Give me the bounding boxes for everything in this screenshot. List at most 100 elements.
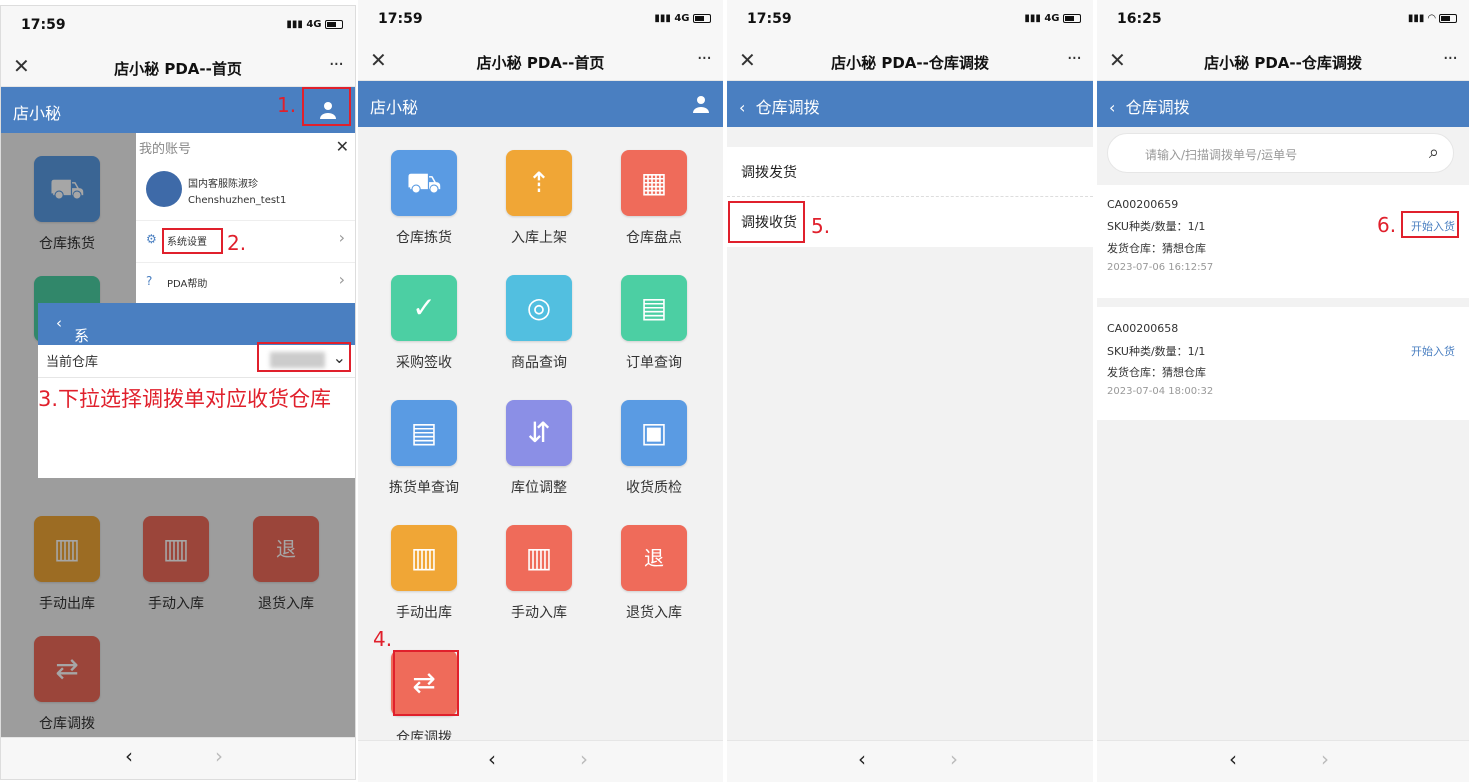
menu-item-pda-help[interactable]: ? PDA帮助 › xyxy=(136,262,355,300)
phone-screen-3: 17:59 ▮▮▮ 4G ✕ 店小秘 PDA--仓库调拨 ··· ‹ 仓库调拨 … xyxy=(727,0,1093,782)
gear-icon: ⚙ xyxy=(146,232,157,246)
annotation-5: 5. xyxy=(811,214,831,238)
tile-return-in[interactable]: 退退货入库 xyxy=(599,525,709,622)
return-icon: 退 xyxy=(621,525,687,591)
current-warehouse-label: 当前仓库 xyxy=(46,355,99,370)
scanner-out-icon: ▥ xyxy=(391,525,457,591)
app-header: 店小秘 xyxy=(358,81,723,127)
signal-indicator: ▮▮▮ 4G xyxy=(654,13,711,24)
transfer-card: CA00200658 SKU种类/数量：1/1 发货仓库：猜想仓库 2023-0… xyxy=(1097,307,1469,420)
bottom-nav: ‹ › xyxy=(1097,740,1469,782)
tile-product-query[interactable]: ◎ 商品查询 xyxy=(484,275,594,372)
chevron-right-icon: › xyxy=(338,228,345,247)
search-icon[interactable]: ⌕ xyxy=(1429,142,1439,163)
tile-order-query[interactable]: ▤ 订单查询 xyxy=(599,275,709,372)
account-menu: 我的账号 ✕ 国内客服陈淑珍 Chenshuzhen_test1 ⚙ 系统设置 … xyxy=(136,133,355,303)
status-time: 17:59 xyxy=(747,11,792,27)
annotation-4: 4. xyxy=(373,627,393,651)
help-icon: ? xyxy=(146,274,153,288)
tile-manual-in[interactable]: ▥ 手动入库 xyxy=(484,525,594,622)
app-name: 店小秘 xyxy=(370,98,419,117)
back-icon[interactable]: ‹ xyxy=(125,744,133,768)
tile-pick-list-query[interactable]: ▤ 拣货单查询 xyxy=(369,400,479,497)
app-name: 店小秘 xyxy=(13,104,62,123)
phone-screen-2: 17:59 ▮▮▮ 4G ✕ 店小秘 PDA--首页 ··· 店小秘 ⛟ 仓库拣货… xyxy=(358,0,723,782)
forward-icon[interactable]: › xyxy=(580,747,588,771)
title-bar: ✕ 店小秘 PDA--首页 ··· xyxy=(1,46,355,87)
start-receiving-button[interactable]: 开始入货 xyxy=(1411,343,1455,359)
inspection-icon: ▣ xyxy=(621,400,687,466)
user-icon[interactable] xyxy=(693,95,709,113)
forward-icon[interactable]: › xyxy=(1321,747,1329,771)
forward-icon[interactable]: › xyxy=(950,747,958,771)
search-input[interactable]: 请输入/扫描调拨单号/运单号 ⌕ xyxy=(1107,133,1454,173)
status-bar: 17:59 ▮▮▮ 4G xyxy=(358,0,723,40)
order-date: 2023-07-06 16:12:57 xyxy=(1107,262,1214,273)
avatar xyxy=(146,171,182,207)
list-item-transfer-ship[interactable]: 调拨发货 › xyxy=(727,147,1093,197)
user-id: Chenshuzhen_test1 xyxy=(188,195,287,206)
back-icon[interactable]: ‹ xyxy=(1229,747,1237,771)
forward-icon[interactable]: › xyxy=(215,744,223,768)
location-adjust-icon: ⇵ xyxy=(506,400,572,466)
status-bar: 16:25 ▮▮▮ ◠ xyxy=(1097,0,1469,40)
annotation-box-2 xyxy=(162,228,223,254)
sign-box-icon: ✓ xyxy=(391,275,457,341)
more-icon[interactable]: ··· xyxy=(1067,48,1082,69)
battery-icon xyxy=(1439,13,1457,23)
battery-icon xyxy=(1063,13,1081,23)
tile-stock-count[interactable]: ▦ 仓库盘点 xyxy=(599,150,709,247)
more-icon[interactable]: ··· xyxy=(697,48,712,69)
annotation-box-3 xyxy=(257,342,351,372)
bottom-nav: ‹ › xyxy=(1,737,355,779)
tile-inbound-shelf[interactable]: ⇡ 入库上架 xyxy=(484,150,594,247)
order-number: CA00200659 xyxy=(1107,198,1179,211)
annotation-box-5 xyxy=(728,201,805,243)
tile-receiving-inspection[interactable]: ▣ 收货质检 xyxy=(599,400,709,497)
calculator-icon: ▦ xyxy=(621,150,687,216)
tile-manual-out[interactable]: ▥ 手动出库 xyxy=(369,525,479,622)
magnifier-icon: ◎ xyxy=(506,275,572,341)
tile-warehouse-pick[interactable]: ⛟ 仓库拣货 xyxy=(369,150,479,247)
settings-header: ‹ 系统设置 xyxy=(38,303,355,408)
status-time: 17:59 xyxy=(21,17,66,33)
pick-list-icon: ▤ xyxy=(391,400,457,466)
tile-location-adjust[interactable]: ⇵ 库位调整 xyxy=(484,400,594,497)
more-icon[interactable]: ··· xyxy=(1443,48,1458,69)
chevron-right-icon: › xyxy=(338,270,345,289)
status-time: 17:59 xyxy=(378,11,423,27)
back-nav[interactable]: ‹ 仓库调拨 xyxy=(739,94,820,118)
chevron-right-icon: › xyxy=(741,157,749,181)
phone-screen-1: 17:59 ▮▮▮ 4G ✕ 店小秘 PDA--首页 ··· 店小秘 ⛟ 仓库拣… xyxy=(0,5,356,780)
status-time: 16:25 xyxy=(1117,11,1162,27)
back-icon[interactable]: ‹ xyxy=(488,747,496,771)
title-bar: ✕ 店小秘 PDA--仓库调拨 ··· xyxy=(1097,40,1469,81)
annotation-2: 2. xyxy=(227,231,247,255)
signal-indicator: ▮▮▮ 4G xyxy=(286,19,343,30)
tile-purchase-sign[interactable]: ✓ 采购签收 xyxy=(369,275,479,372)
wifi-icon: ◠ xyxy=(1427,13,1436,24)
more-icon[interactable]: ··· xyxy=(329,54,344,75)
annotation-box-1 xyxy=(302,87,351,126)
page-title: 店小秘 PDA--首页 xyxy=(476,54,605,72)
bottom-nav: ‹ › xyxy=(727,740,1093,782)
trolley-icon: ⛟ xyxy=(391,150,457,216)
annotation-box-6 xyxy=(1401,211,1459,238)
scanner-in-icon: ▥ xyxy=(506,525,572,591)
back-nav[interactable]: ‹ 仓库调拨 xyxy=(1109,94,1190,118)
shelf-up-icon: ⇡ xyxy=(506,150,572,216)
annotation-6: 6. xyxy=(1377,213,1397,237)
back-icon[interactable]: ‹ xyxy=(858,747,866,771)
title-bar: ✕ 店小秘 PDA--仓库调拨 ··· xyxy=(727,40,1093,81)
annotation-box-4 xyxy=(393,650,459,716)
order-doc-icon: ▤ xyxy=(621,275,687,341)
signal-indicator: ▮▮▮ ◠ xyxy=(1408,13,1457,24)
battery-icon xyxy=(325,19,343,29)
sku-count: SKU种类/数量：1/1 xyxy=(1107,220,1206,233)
signal-indicator: ▮▮▮ 4G xyxy=(1024,13,1081,24)
user-name: 国内客服陈淑珍 xyxy=(188,179,258,190)
close-icon[interactable]: ✕ xyxy=(336,137,349,156)
phone-screen-4: 16:25 ▮▮▮ ◠ ✕ 店小秘 PDA--仓库调拨 ··· ‹ 仓库调拨 请… xyxy=(1097,0,1469,782)
annotation-1: 1. xyxy=(277,93,297,117)
settings-title[interactable]: ‹ 系统设置 xyxy=(56,314,89,408)
